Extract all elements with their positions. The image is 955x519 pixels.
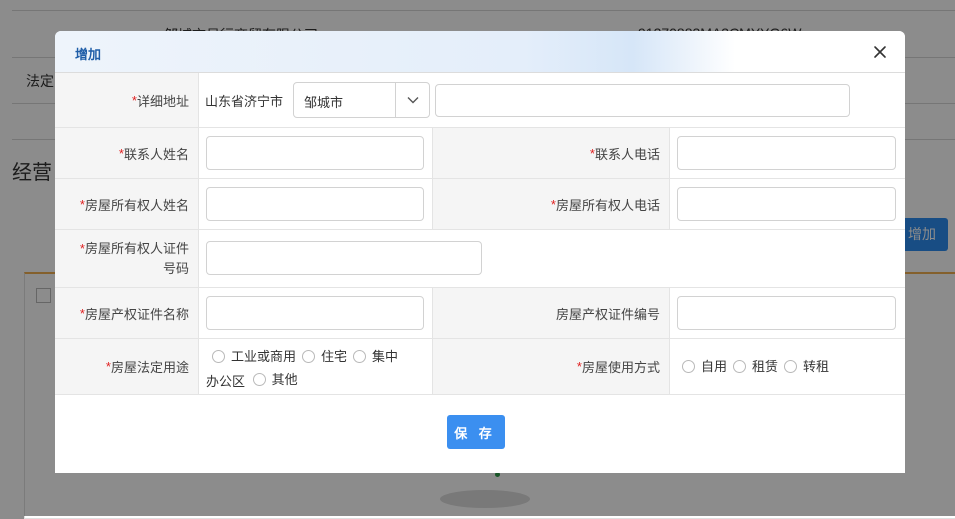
cert-name-label: * 房屋产权证件名称 bbox=[55, 288, 198, 338]
form-row-usage: * 房屋法定用途 工业或商用 住宅 集中 办公区 其他 * 房屋使用方式 自用 租赁 转租 bbox=[55, 339, 905, 395]
contact-phone-label: * 联系人电话 bbox=[433, 128, 669, 178]
dialog-title: 增加 bbox=[75, 47, 102, 62]
radio-label-continued: 办公区 bbox=[206, 374, 246, 389]
radio-label: 转租 bbox=[803, 359, 830, 374]
radio-sublease[interactable]: 转租 bbox=[784, 356, 829, 377]
usage-mode-radio-group: 自用 租赁 转租 bbox=[682, 356, 835, 379]
owner-id-label: *房屋所有权人证件 号码 bbox=[55, 230, 198, 287]
cert-no-label-text: 房屋产权证件编号 bbox=[555, 306, 660, 322]
owner-id-label-line1-wrap: *房屋所有权人证件 bbox=[80, 239, 189, 259]
save-button[interactable]: 保 存 bbox=[447, 415, 505, 449]
radio-circle[interactable] bbox=[682, 360, 695, 373]
form-row-cert: * 房屋产权证件名称 房屋产权证件编号 bbox=[55, 288, 905, 339]
radio-lease[interactable]: 租赁 bbox=[733, 356, 778, 377]
contact-name-label-text: 联系人姓名 bbox=[123, 146, 189, 162]
usage-mode-label-text: 房屋使用方式 bbox=[581, 360, 660, 375]
radio-circle[interactable] bbox=[733, 360, 747, 373]
cert-no-label: 房屋产权证件编号 bbox=[433, 288, 669, 338]
chevron-down-icon[interactable] bbox=[395, 83, 429, 117]
radio-label: 租赁 bbox=[752, 359, 779, 374]
legal-use-label: * 房屋法定用途 bbox=[55, 339, 198, 394]
form-row-owner: * 房屋所有权人姓名 * 房屋所有权人电话 bbox=[55, 179, 905, 230]
address-detail-input[interactable] bbox=[435, 84, 850, 117]
cert-name-input[interactable] bbox=[206, 296, 424, 330]
owner-id-label-line2: 号码 bbox=[162, 260, 189, 276]
radio-label: 集中 bbox=[372, 349, 399, 364]
radio-industrial[interactable]: 工业或商用 bbox=[212, 346, 296, 367]
close-icon[interactable] bbox=[869, 41, 891, 63]
radio-other[interactable]: 其他 bbox=[252, 369, 298, 390]
owner-name-label-text: 房屋所有权人姓名 bbox=[84, 197, 189, 213]
city-select[interactable]: 邹城市 bbox=[293, 82, 430, 118]
owner-name-label: * 房屋所有权人姓名 bbox=[55, 179, 198, 229]
form-row-contact: * 联系人姓名 * 联系人电话 bbox=[55, 128, 905, 179]
city-select-value: 邹城市 bbox=[304, 95, 344, 110]
radio-label: 工业或商用 bbox=[231, 349, 297, 364]
contact-name-input[interactable] bbox=[206, 136, 424, 170]
owner-id-label-line1: 房屋所有权人证件 bbox=[84, 240, 189, 256]
radio-circle[interactable] bbox=[252, 373, 266, 386]
contact-phone-label-text: 联系人电话 bbox=[594, 146, 660, 162]
form-row-owner-id: *房屋所有权人证件 号码 bbox=[55, 230, 905, 288]
radio-circle[interactable] bbox=[302, 350, 316, 363]
radio-label: 自用 bbox=[701, 359, 728, 374]
legal-use-label-text: 房屋法定用途 bbox=[110, 360, 189, 375]
address-label-text: 详细地址 bbox=[136, 93, 189, 109]
cert-no-input[interactable] bbox=[677, 296, 896, 330]
owner-phone-input[interactable] bbox=[677, 187, 896, 221]
radio-self-use[interactable]: 自用 bbox=[682, 356, 727, 377]
contact-phone-input[interactable] bbox=[677, 136, 896, 170]
owner-phone-label: * 房屋所有权人电话 bbox=[433, 179, 669, 229]
dialog-header: 增加 bbox=[55, 31, 905, 73]
radio-residential[interactable]: 住宅 bbox=[302, 346, 347, 367]
owner-name-input[interactable] bbox=[206, 187, 424, 221]
add-dialog: 增加 * 详细地址 山东省济宁市 邹城市 * 联系人姓名 * 联系人电话 * 房… bbox=[55, 31, 905, 473]
usage-mode-label: * 房屋使用方式 bbox=[433, 339, 669, 394]
legal-use-radio-group: 工业或商用 住宅 集中 办公区 其他 bbox=[206, 346, 428, 392]
radio-circle[interactable] bbox=[784, 360, 798, 373]
form-row-address: * 详细地址 山东省济宁市 邹城市 bbox=[55, 73, 905, 128]
radio-circle[interactable] bbox=[353, 350, 367, 363]
address-prefix: 山东省济宁市 bbox=[205, 94, 284, 109]
radio-label: 其他 bbox=[271, 372, 298, 387]
owner-id-input[interactable] bbox=[206, 241, 482, 275]
address-label: * 详细地址 bbox=[55, 73, 198, 127]
owner-phone-label-text: 房屋所有权人电话 bbox=[555, 197, 660, 213]
radio-centralized[interactable]: 集中 bbox=[353, 346, 398, 367]
contact-name-label: * 联系人姓名 bbox=[55, 128, 198, 178]
radio-label: 住宅 bbox=[321, 349, 348, 364]
cert-name-label-text: 房屋产权证件名称 bbox=[84, 306, 189, 322]
radio-circle[interactable] bbox=[212, 350, 225, 363]
